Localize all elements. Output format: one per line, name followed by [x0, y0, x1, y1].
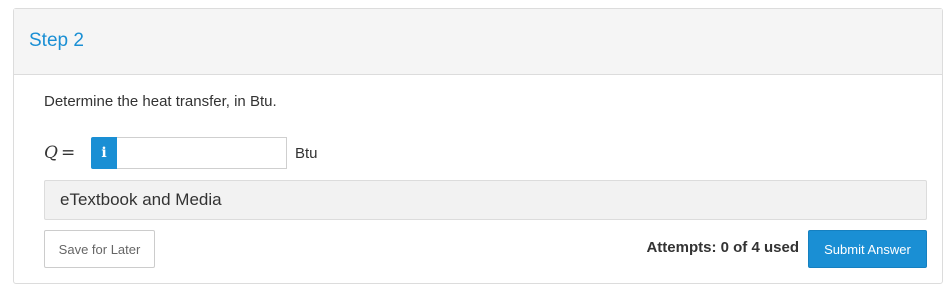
question-card: Step 2 Determine the heat transfer, in B… — [13, 8, 943, 284]
answer-input[interactable] — [117, 137, 287, 169]
footer-row: Save for Later Attempts: 0 of 4 used Sub… — [44, 230, 927, 268]
question-text: Determine the heat transfer, in Btu. — [44, 93, 277, 110]
info-icon-glyph: i — [101, 145, 107, 161]
equals-sign: = — [60, 143, 76, 163]
submit-answer-button[interactable]: Submit Answer — [808, 230, 927, 268]
answer-row: Q = i Btu — [44, 137, 318, 169]
attempts-counter: Attempts: 0 of 4 used — [646, 239, 799, 256]
step-title: Step 2 — [29, 30, 84, 51]
variable-label: Q = — [44, 143, 91, 163]
unit-label: Btu — [295, 144, 318, 162]
info-icon[interactable]: i — [91, 137, 117, 169]
save-for-later-button[interactable]: Save for Later — [44, 230, 155, 268]
variable-symbol: Q — [44, 143, 58, 163]
etextbook-media-link[interactable]: eTextbook and Media — [44, 180, 927, 220]
card-header: Step 2 — [14, 9, 942, 75]
etextbook-media-label: eTextbook and Media — [60, 190, 222, 209]
